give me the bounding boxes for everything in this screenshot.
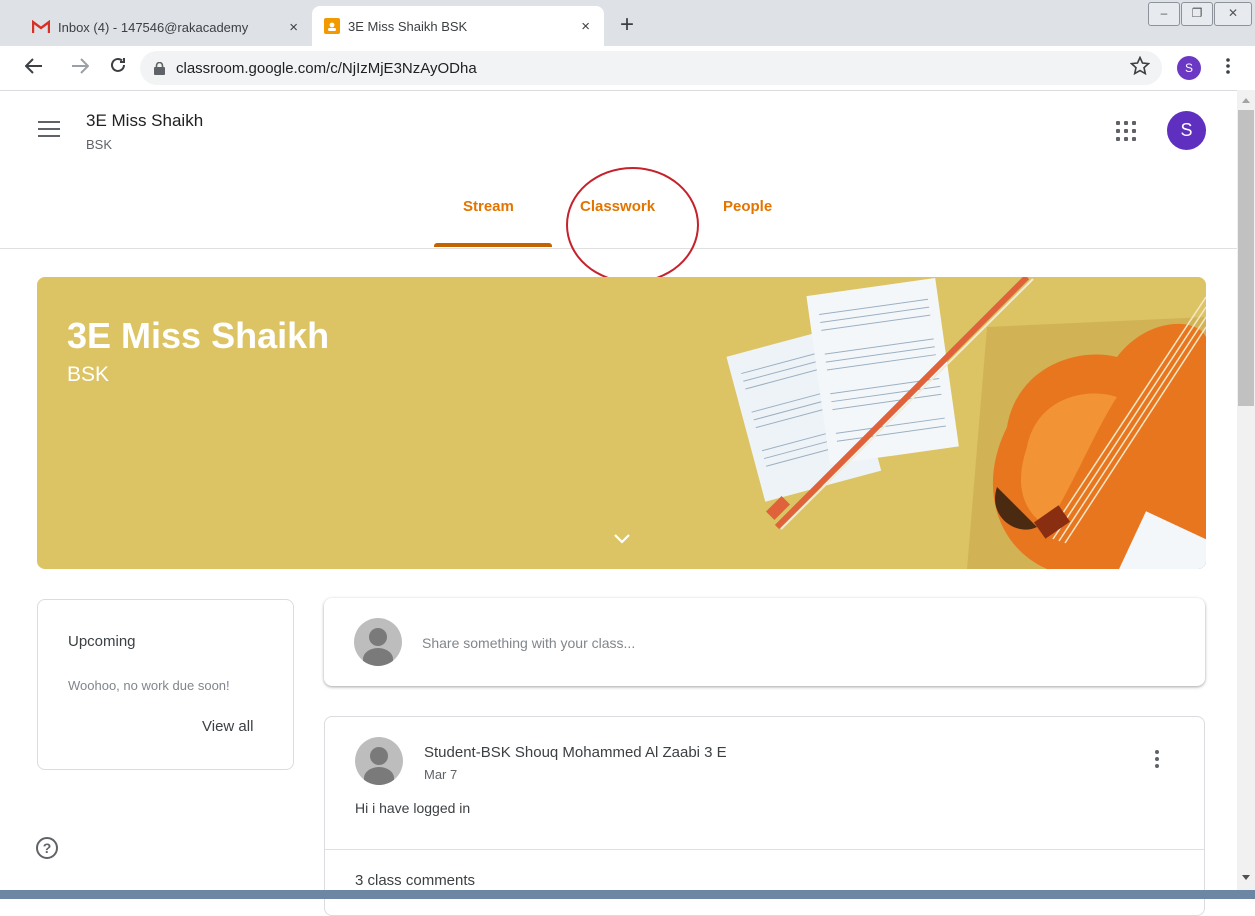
tab-label: Inbox (4) - 147546@rakacademy <box>58 19 249 35</box>
upcoming-card: Upcoming Woohoo, no work due soon! View … <box>37 599 294 770</box>
post-date: Mar 7 <box>424 767 458 782</box>
close-window-button[interactable]: ✕ <box>1214 2 1252 26</box>
lock-icon <box>154 61 166 75</box>
forward-icon[interactable] <box>68 56 92 80</box>
header-class-name: 3E Miss Shaikh <box>86 111 204 130</box>
browser-menu-icon[interactable] <box>1216 56 1240 80</box>
class-banner: 3E Miss Shaikh BSK <box>37 277 1206 569</box>
scrollbar-thumb[interactable] <box>1238 110 1254 406</box>
help-icon[interactable]: ? <box>36 837 58 859</box>
post-body: Hi i have logged in <box>355 800 471 816</box>
reload-icon[interactable] <box>106 56 130 80</box>
back-icon[interactable] <box>22 56 46 80</box>
close-tab-icon[interactable]: × <box>581 18 590 35</box>
active-tab-indicator <box>434 243 552 247</box>
post-divider <box>325 849 1204 850</box>
red-circle-annotation <box>566 167 699 283</box>
share-placeholder[interactable]: Share something with your class... <box>422 635 635 651</box>
account-avatar[interactable]: S <box>1167 111 1206 150</box>
close-tab-icon[interactable]: × <box>289 19 298 36</box>
minimize-button[interactable]: – <box>1148 2 1180 26</box>
tab-people[interactable]: People <box>723 198 772 215</box>
post-author: Student-BSK Shouq Mohammed Al Zaabi 3 E <box>424 744 727 761</box>
banner-class-title: 3E Miss Shaikh <box>67 315 330 356</box>
upcoming-empty-text: Woohoo, no work due soon! <box>68 678 230 693</box>
google-apps-icon[interactable] <box>1116 121 1138 143</box>
user-avatar-icon <box>354 618 402 666</box>
view-all-link[interactable]: View all <box>202 718 253 735</box>
tab-gmail-inbox[interactable]: Inbox (4) - 147546@rakacademy × <box>22 8 312 46</box>
gmail-icon <box>32 20 50 33</box>
tab-stream[interactable]: Stream <box>463 198 514 215</box>
restore-button[interactable]: ❐ <box>1181 2 1213 26</box>
browser-toolbar: classroom.google.com/c/NjIzMjE3NzAyODha <box>0 46 1255 91</box>
main-menu-icon[interactable] <box>38 121 60 137</box>
scroll-up-arrow-icon[interactable] <box>1241 96 1251 104</box>
tab-classroom[interactable]: 3E Miss Shaikh BSK × <box>312 6 604 46</box>
share-box[interactable]: Share something with your class... <box>324 598 1205 686</box>
author-avatar-icon <box>355 737 403 785</box>
banner-class-section: BSK <box>67 363 110 386</box>
stream-post: Student-BSK Shouq Mohammed Al Zaabi 3 E … <box>324 716 1205 916</box>
bookmark-star-icon[interactable] <box>1128 55 1152 80</box>
chevron-down-icon[interactable] <box>613 532 631 546</box>
scroll-down-arrow-icon[interactable] <box>1241 874 1251 882</box>
address-bar[interactable]: classroom.google.com/c/NjIzMjE3NzAyODha <box>140 51 1162 85</box>
tab-label: 3E Miss Shaikh BSK <box>348 18 468 34</box>
violin-illustration <box>726 277 1206 569</box>
class-comments-link[interactable]: 3 class comments <box>355 872 475 889</box>
os-taskbar <box>0 890 1255 899</box>
classroom-icon <box>324 18 340 34</box>
url-text: classroom.google.com/c/NjIzMjE3NzAyODha <box>176 59 477 77</box>
upcoming-title: Upcoming <box>68 633 136 650</box>
new-tab-button[interactable]: + <box>612 10 642 40</box>
browser-profile-avatar[interactable]: S <box>1177 56 1201 80</box>
header-class-section: BSK <box>86 137 113 152</box>
more-options-icon[interactable] <box>1155 750 1161 772</box>
